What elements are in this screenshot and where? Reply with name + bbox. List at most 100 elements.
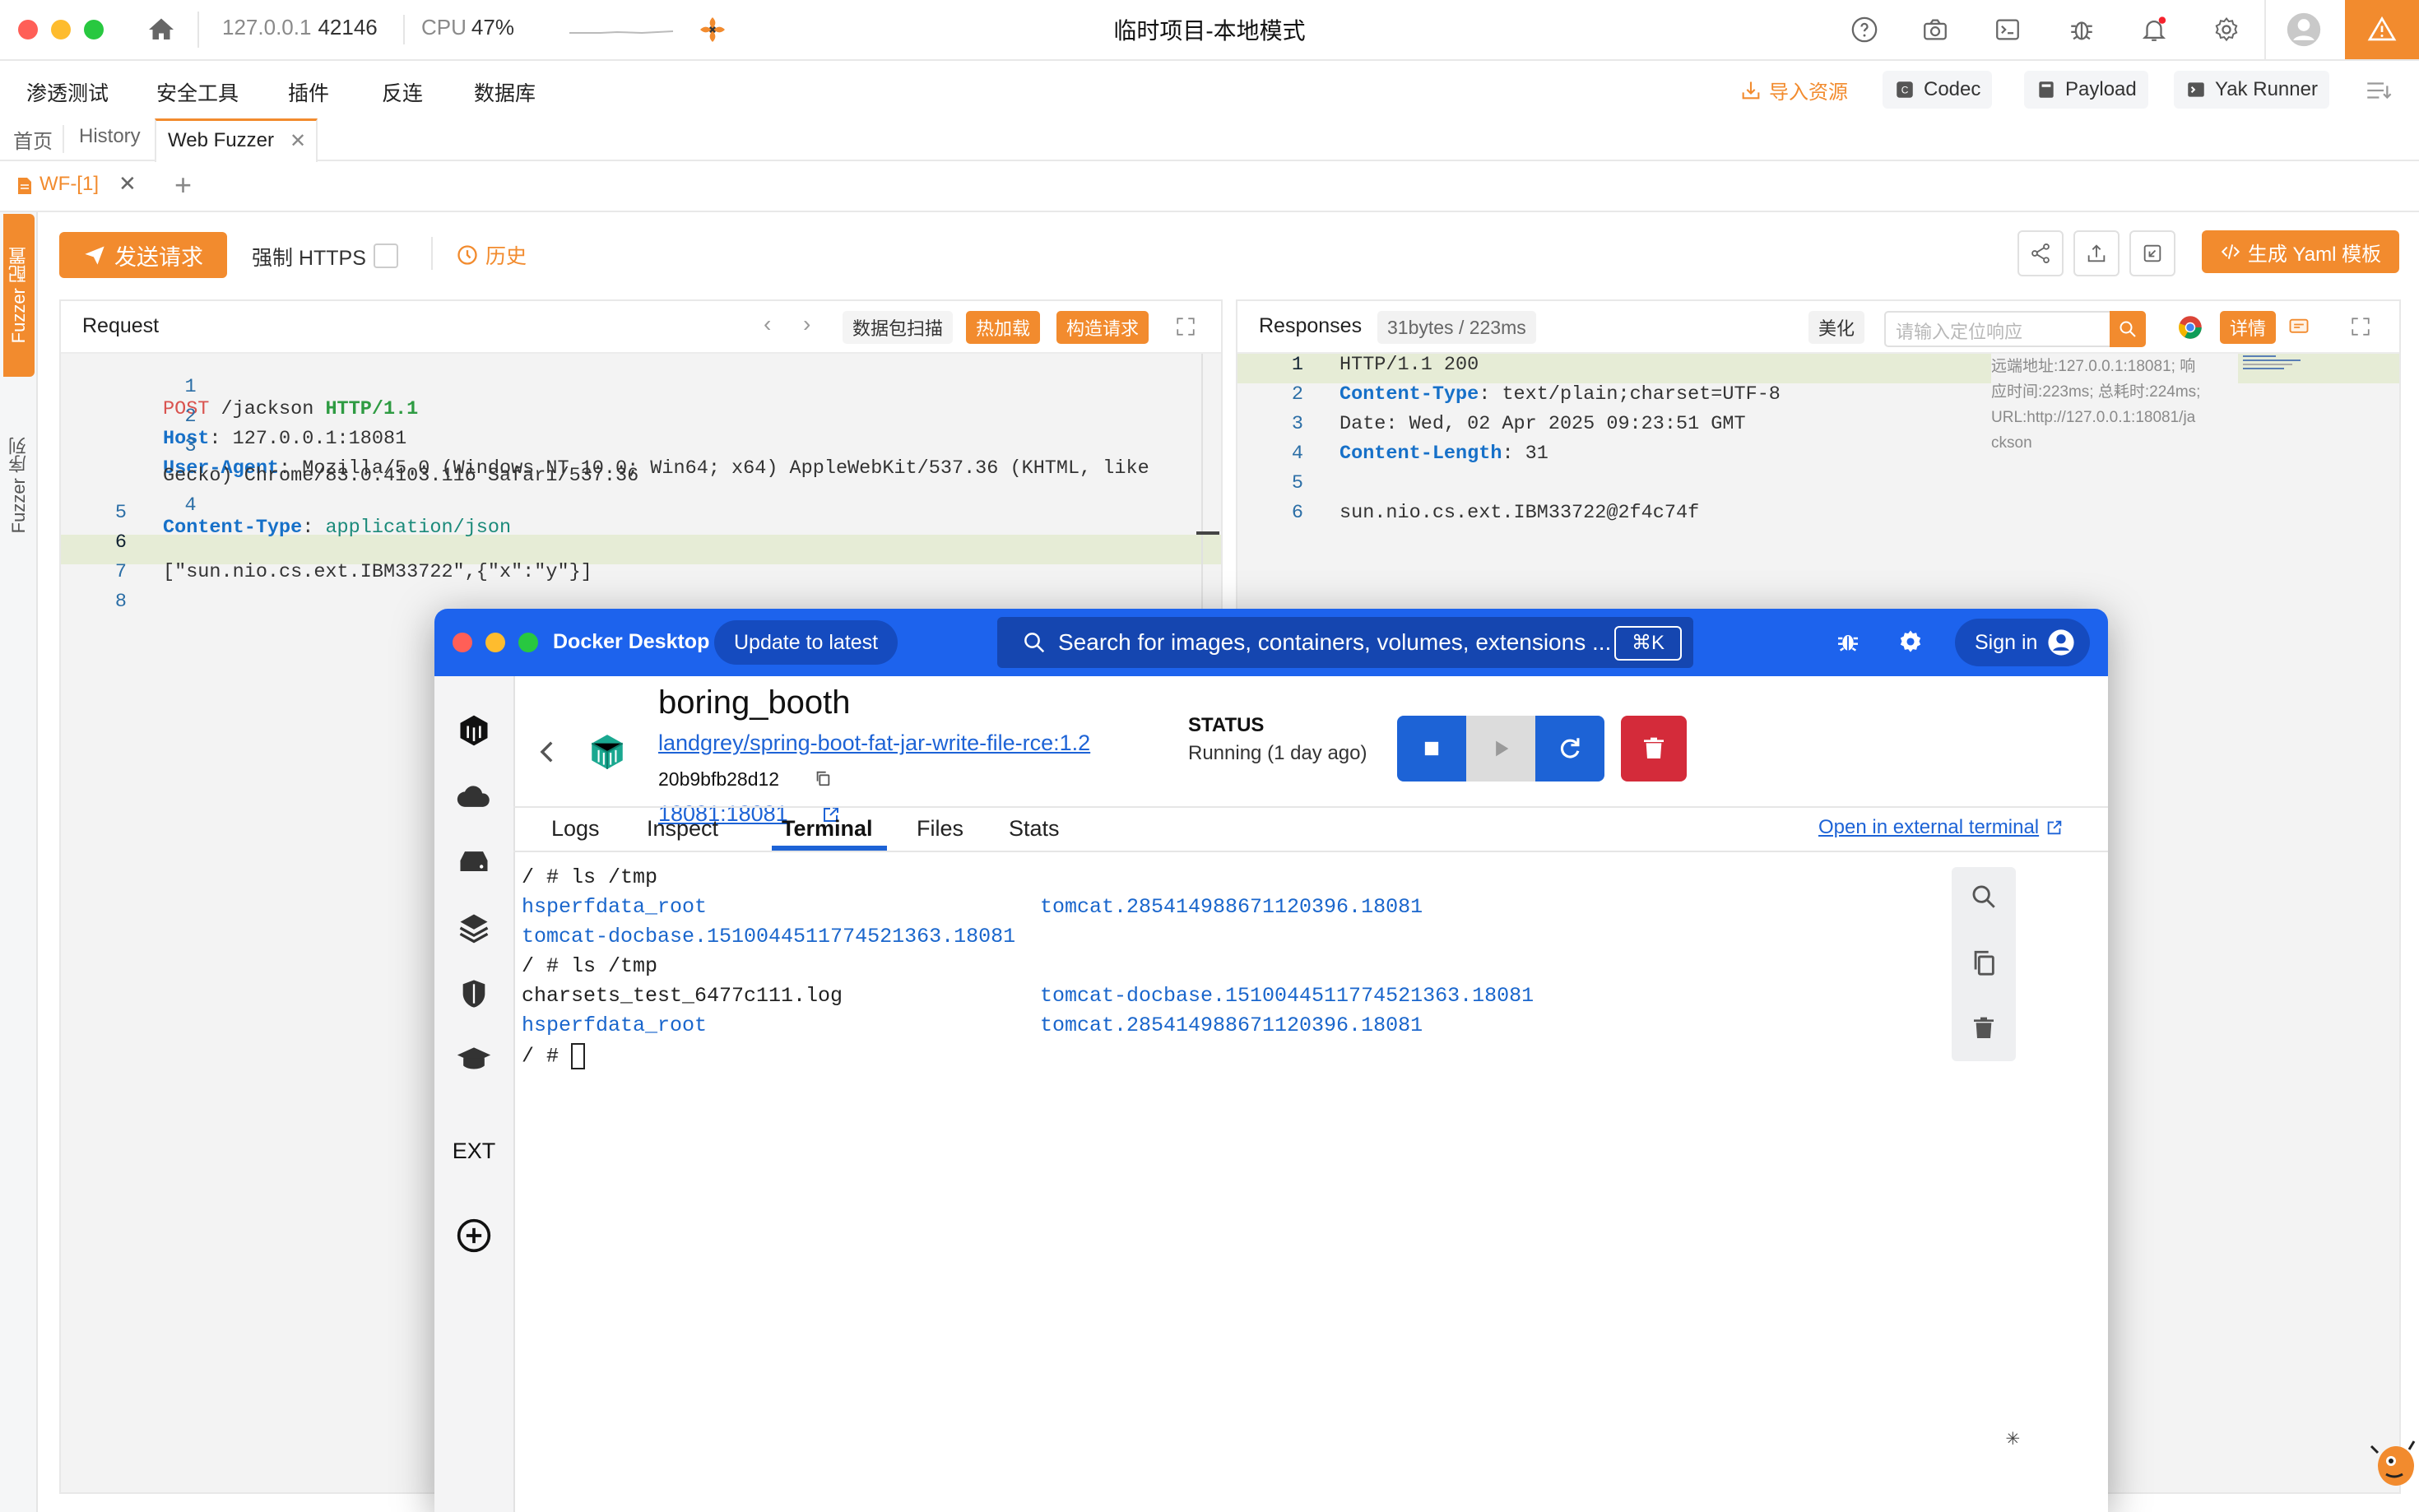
menu-plugins[interactable]: 插件 bbox=[288, 77, 329, 107]
cpu-sparkline bbox=[569, 30, 674, 35]
subtab-wf-1[interactable]: WF-[1] ✕ bbox=[0, 161, 153, 211]
menu-pentest[interactable]: 渗透测试 bbox=[26, 77, 109, 107]
loading-spinner-icon: ✳ bbox=[2006, 1426, 2020, 1452]
terminal-clear-icon[interactable] bbox=[1966, 1010, 2002, 1046]
volumes-icon[interactable] bbox=[453, 841, 495, 884]
hot-reload-button[interactable]: 热加载 bbox=[966, 311, 1041, 344]
docker-close-button[interactable] bbox=[453, 633, 472, 652]
beautify-button[interactable]: 美化 bbox=[1808, 311, 1865, 344]
search-button[interactable] bbox=[2110, 311, 2146, 347]
import-button[interactable] bbox=[2129, 230, 2175, 276]
close-subtab-icon[interactable]: ✕ bbox=[118, 171, 137, 197]
terminal-icon[interactable] bbox=[1990, 12, 2026, 48]
tab-terminal[interactable]: Terminal bbox=[782, 816, 873, 842]
details-button[interactable]: 详情 bbox=[2220, 311, 2277, 344]
tab-web-fuzzer[interactable]: Web Fuzzer ✕ bbox=[155, 118, 318, 162]
yakit-logo-icon[interactable] bbox=[694, 12, 731, 48]
menu-security-tools[interactable]: 安全工具 bbox=[156, 77, 239, 107]
help-icon[interactable] bbox=[1846, 12, 1883, 48]
mascot-icon bbox=[2368, 1430, 2417, 1496]
terminal-copy-icon[interactable] bbox=[1966, 944, 2002, 981]
settings-gear-icon[interactable] bbox=[2208, 12, 2245, 48]
window-minimize-button[interactable] bbox=[51, 20, 71, 39]
container-name: boring_booth bbox=[658, 684, 851, 721]
minimap[interactable] bbox=[2243, 355, 2309, 375]
prev-icon[interactable]: ‹ bbox=[764, 311, 771, 337]
send-request-button[interactable]: 发送请求 bbox=[59, 232, 227, 278]
back-arrow-icon[interactable] bbox=[530, 734, 566, 770]
terminal-dir: hsperfdata_root bbox=[522, 895, 708, 919]
header-value: text/plain;charset=UTF-8 bbox=[1490, 383, 1781, 406]
terminal-output[interactable]: / # ls /tmp hsperfdata_root tomcat.28541… bbox=[513, 851, 2108, 1452]
comment-icon[interactable] bbox=[2284, 313, 2314, 342]
status-value: Running (1 day ago) bbox=[1188, 742, 1367, 764]
start-button[interactable] bbox=[1466, 716, 1535, 782]
request-title: Request bbox=[82, 314, 160, 337]
share-button[interactable] bbox=[2017, 230, 2064, 276]
camera-icon[interactable] bbox=[1917, 12, 1953, 48]
response-header: Responses 31bytes / 223ms 美化 请输入定位响应 详情 bbox=[1237, 301, 2399, 354]
open-external-terminal-link[interactable]: Open in external terminal bbox=[1818, 816, 2064, 839]
image-link[interactable]: landgrey/spring-boot-fat-jar-write-file-… bbox=[658, 730, 1090, 756]
close-tab-icon[interactable]: ✕ bbox=[290, 129, 306, 153]
terminal-file: charsets_test_6477c111.log bbox=[522, 984, 843, 1008]
builds-icon[interactable] bbox=[453, 907, 495, 949]
codec-button[interactable]: C Codec bbox=[1883, 71, 1993, 109]
menu-reverse[interactable]: 反连 bbox=[382, 77, 423, 107]
tab-logs[interactable]: Logs bbox=[551, 816, 600, 842]
menu-database[interactable]: 数据库 bbox=[474, 77, 536, 107]
build-request-button[interactable]: 构造请求 bbox=[1056, 311, 1149, 344]
force-https-checkbox[interactable] bbox=[374, 243, 398, 268]
window-close-button[interactable] bbox=[18, 20, 38, 39]
fuzzer-tab-bar: WF-[1] ✕ + bbox=[0, 161, 2419, 212]
scout-shield-icon[interactable] bbox=[453, 972, 495, 1015]
home-icon[interactable] bbox=[142, 10, 181, 49]
fullscreen-icon[interactable] bbox=[1172, 313, 1200, 341]
window-maximize-button[interactable] bbox=[84, 20, 104, 39]
yak-runner-button[interactable]: Yak Runner bbox=[2174, 71, 2329, 109]
payload-button[interactable]: Payload bbox=[2024, 71, 2148, 109]
sign-in-button[interactable]: Sign in bbox=[1955, 619, 2090, 666]
delete-container-button[interactable] bbox=[1621, 716, 1687, 782]
learning-center-icon[interactable] bbox=[453, 1038, 495, 1081]
fullscreen-icon[interactable] bbox=[2347, 313, 2375, 341]
stop-button[interactable] bbox=[1397, 716, 1466, 782]
docker-minimize-button[interactable] bbox=[485, 633, 505, 652]
tab-files[interactable]: Files bbox=[917, 816, 963, 842]
add-tab-icon[interactable]: + bbox=[174, 168, 192, 202]
restart-button[interactable] bbox=[1535, 716, 1604, 782]
response-search-input[interactable]: 请输入定位响应 bbox=[1884, 311, 2115, 347]
yak-runner-label: Yak Runner bbox=[2215, 78, 2318, 100]
docker-maximize-button[interactable] bbox=[518, 633, 538, 652]
images-cloud-icon[interactable] bbox=[453, 775, 495, 818]
docker-settings-gear-icon[interactable] bbox=[1894, 625, 1927, 658]
export-button[interactable] bbox=[2073, 230, 2120, 276]
user-avatar-icon[interactable] bbox=[2286, 12, 2322, 48]
docker-search-input[interactable]: Search for images, containers, volumes, … bbox=[997, 617, 1693, 668]
extensions-label[interactable]: EXT bbox=[434, 1139, 513, 1164]
copy-id-icon[interactable] bbox=[811, 767, 834, 790]
update-button[interactable]: Update to latest bbox=[714, 620, 898, 665]
collapse-menu-icon[interactable] bbox=[2360, 72, 2396, 109]
packet-scan-button[interactable]: 数据包扫描 bbox=[843, 311, 954, 344]
tab-stats[interactable]: Stats bbox=[1009, 816, 1060, 842]
history-button[interactable]: 历史 bbox=[456, 240, 527, 270]
tab-home[interactable]: 首页 bbox=[13, 125, 53, 154]
containers-icon[interactable] bbox=[453, 709, 495, 752]
terminal-search-icon[interactable] bbox=[1966, 879, 2002, 915]
generate-yaml-button[interactable]: 生成 Yaml 模板 bbox=[2202, 230, 2399, 273]
tab-inspect[interactable]: Inspect bbox=[647, 816, 718, 842]
import-resource-button[interactable]: 导入资源 bbox=[1739, 76, 1848, 104]
chrome-browser-icon[interactable] bbox=[2175, 313, 2205, 342]
next-icon[interactable]: › bbox=[803, 311, 810, 337]
bug-icon[interactable] bbox=[2064, 12, 2100, 48]
troubleshoot-bug-icon[interactable] bbox=[1832, 625, 1864, 658]
warning-button[interactable] bbox=[2345, 0, 2419, 59]
fuzzer-config-tab[interactable]: Fuzzer 配置 bbox=[3, 214, 35, 377]
notification-bell-icon[interactable] bbox=[2136, 12, 2172, 48]
add-extension-icon[interactable] bbox=[453, 1214, 495, 1257]
tab-history[interactable]: History bbox=[79, 125, 141, 148]
fuzzer-sequence-tab[interactable]: Fuzzer 序列 bbox=[3, 411, 35, 559]
terminal-dir: tomcat-docbase.1510044511774521363.18081 bbox=[1040, 984, 1535, 1008]
docker-app-name: Docker Desktop bbox=[553, 630, 710, 653]
